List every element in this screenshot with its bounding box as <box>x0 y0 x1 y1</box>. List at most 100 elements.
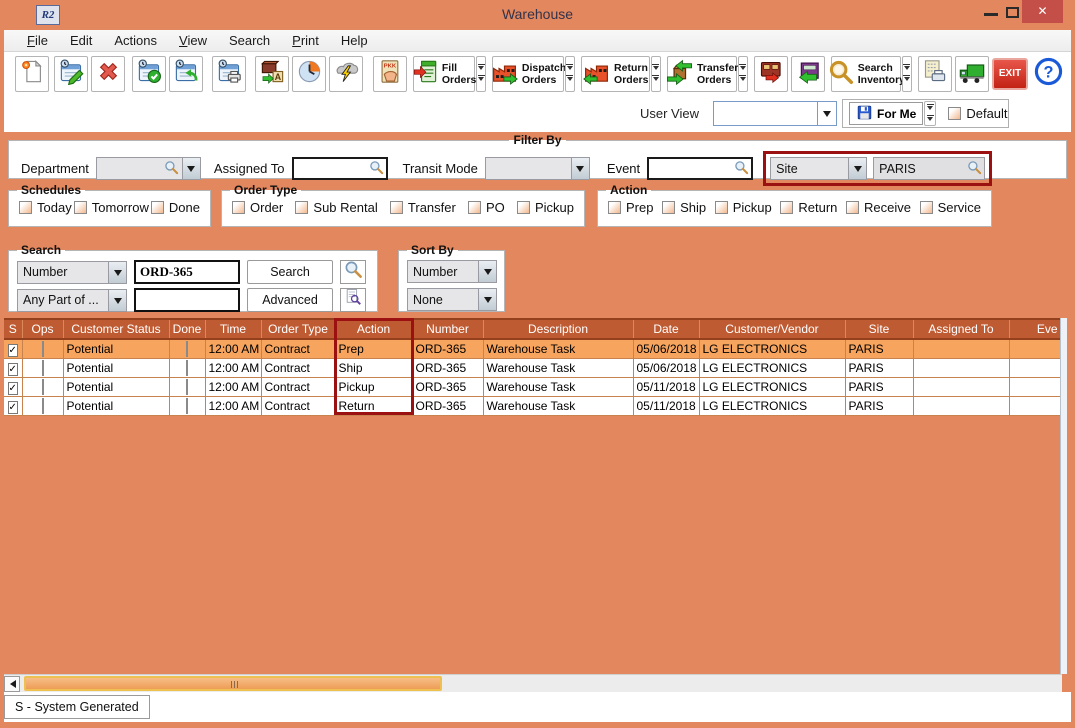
table-row[interactable]: ✓Potential12:00 AMContractShipORD-365War… <box>4 358 1060 377</box>
maximize-button[interactable] <box>1006 7 1019 18</box>
advanced-button[interactable]: Advanced <box>247 288 333 312</box>
table-row[interactable]: ✓Potential12:00 AMContractPrepORD-365War… <box>4 339 1060 358</box>
quick-action-button[interactable] <box>329 56 363 92</box>
done-checkbox[interactable] <box>186 398 188 414</box>
order-type-checkbox-order[interactable]: Order <box>232 200 283 215</box>
order-type-checkbox-sub-rental[interactable]: Sub Rental <box>295 200 377 215</box>
s-checkbox[interactable]: ✓ <box>8 363 18 376</box>
confirm-schedule-button[interactable] <box>132 56 166 92</box>
search-query-input[interactable]: ORD-365 <box>134 260 240 284</box>
edit-schedule-button[interactable] <box>54 56 88 92</box>
sort-secondary-select[interactable]: None <box>407 288 497 311</box>
order-type-checkbox-transfer[interactable]: Transfer <box>390 200 456 215</box>
chevron-down-icon[interactable] <box>571 157 590 180</box>
schedule-checkbox-tomorrow[interactable]: Tomorrow <box>74 200 149 215</box>
ops-checkbox[interactable] <box>42 360 44 376</box>
column-header-done[interactable]: Done <box>169 319 205 339</box>
done-checkbox[interactable] <box>186 341 188 357</box>
for-me-dropdown[interactable] <box>924 101 936 126</box>
fill-orders-button[interactable]: Fill Orders <box>413 56 475 92</box>
menu-help[interactable]: Help <box>330 31 379 50</box>
user-view-select[interactable] <box>713 101 837 126</box>
column-header-description[interactable]: Description <box>483 319 633 339</box>
column-header-time[interactable]: Time <box>205 319 261 339</box>
ops-checkbox[interactable] <box>42 341 44 357</box>
chevron-down-icon[interactable] <box>817 102 836 125</box>
save-for-me-button[interactable]: For Me <box>849 102 923 125</box>
clock-button[interactable] <box>292 56 326 92</box>
return-orders-button-dropdown[interactable] <box>651 56 661 92</box>
column-header-date[interactable]: Date <box>633 319 699 339</box>
match-mode-select[interactable]: Any Part of ... <box>17 289 127 312</box>
column-header-s[interactable]: S <box>4 319 22 339</box>
schedule-checkbox-done[interactable]: Done <box>151 200 200 215</box>
transfer-orders-button[interactable]: Transfer Orders <box>667 56 737 92</box>
ops-checkbox[interactable] <box>42 398 44 414</box>
revert-schedule-button[interactable] <box>169 56 203 92</box>
table-row[interactable]: ✓Potential12:00 AMContractReturnORD-365W… <box>4 396 1060 415</box>
search-inventory-button[interactable]: Search Inventory <box>831 56 901 92</box>
menu-edit[interactable]: Edit <box>59 31 103 50</box>
action-checkbox-return[interactable]: Return <box>780 200 837 215</box>
warehouse-receive-button[interactable] <box>754 56 788 92</box>
site-value-field[interactable]: PARIS <box>873 157 985 180</box>
return-orders-button[interactable]: Return Orders <box>581 56 650 92</box>
column-header-ops[interactable]: Ops <box>22 319 63 339</box>
done-checkbox[interactable] <box>186 379 188 395</box>
assigned-to-input[interactable] <box>292 157 388 180</box>
search-inventory-button-dropdown[interactable] <box>902 56 912 92</box>
s-checkbox[interactable]: ✓ <box>8 401 18 414</box>
search-icon[interactable] <box>369 160 384 178</box>
menu-view[interactable]: View <box>168 31 218 50</box>
close-button[interactable]: ✕ <box>1022 0 1063 23</box>
table-row[interactable]: ✓Potential12:00 AMContractPickupORD-365W… <box>4 377 1060 396</box>
chevron-down-icon[interactable] <box>182 157 201 180</box>
s-checkbox[interactable]: ✓ <box>8 382 18 395</box>
help-icon[interactable]: ? <box>1034 57 1063 91</box>
advanced-find-button[interactable] <box>340 288 366 312</box>
action-checkbox-receive[interactable]: Receive <box>846 200 911 215</box>
dispatch-orders-button[interactable]: Dispatch Orders <box>492 56 564 92</box>
chevron-down-icon[interactable] <box>478 288 497 311</box>
menu-actions[interactable]: Actions <box>103 31 168 50</box>
print-report-button[interactable] <box>918 56 952 92</box>
column-header-action[interactable]: Action <box>335 319 412 339</box>
action-checkbox-prep[interactable]: Prep <box>608 200 653 215</box>
search-icon-button[interactable] <box>340 260 366 284</box>
truck-button[interactable] <box>955 56 989 92</box>
menu-print[interactable]: Print <box>281 31 330 50</box>
column-header-event[interactable]: Eve <box>1009 319 1060 339</box>
search-icon[interactable] <box>967 160 982 178</box>
column-header-assigned-to[interactable]: Assigned To <box>913 319 1009 339</box>
transit-mode-select[interactable] <box>485 157 590 180</box>
action-checkbox-pickup[interactable]: Pickup <box>715 200 772 215</box>
s-checkbox[interactable]: ✓ <box>8 344 18 357</box>
order-type-checkbox-pickup[interactable]: Pickup <box>517 200 574 215</box>
column-header-customer-vendor[interactable]: Customer/Vendor <box>699 319 845 339</box>
exit-button[interactable]: EXIT <box>992 58 1028 90</box>
column-header-order-type[interactable]: Order Type <box>261 319 335 339</box>
minimize-button[interactable] <box>984 13 998 16</box>
scroll-left-arrow[interactable] <box>4 676 20 692</box>
asset-transfer-button[interactable]: A <box>255 56 289 92</box>
action-checkbox-ship[interactable]: Ship <box>662 200 706 215</box>
warehouse-return-button[interactable] <box>791 56 825 92</box>
search-icon[interactable] <box>164 160 179 178</box>
vertical-scrollbar[interactable] <box>1060 318 1067 674</box>
menu-search[interactable]: Search <box>218 31 281 50</box>
horizontal-scrollbar[interactable] <box>4 674 1062 692</box>
search-icon[interactable] <box>734 160 749 178</box>
department-select[interactable] <box>96 157 201 180</box>
scrollbar-thumb[interactable] <box>24 676 442 691</box>
new-task-button[interactable] <box>15 56 49 92</box>
chevron-down-icon[interactable] <box>108 289 127 312</box>
column-header-customer-status[interactable]: Customer Status <box>63 319 169 339</box>
chevron-down-icon[interactable] <box>108 261 127 284</box>
print-schedule-button[interactable] <box>212 56 246 92</box>
event-input[interactable] <box>647 157 753 180</box>
column-header-site[interactable]: Site <box>845 319 913 339</box>
action-checkbox-service[interactable]: Service <box>920 200 981 215</box>
chevron-down-icon[interactable] <box>848 157 867 180</box>
chevron-down-icon[interactable] <box>478 260 497 283</box>
ops-checkbox[interactable] <box>42 379 44 395</box>
